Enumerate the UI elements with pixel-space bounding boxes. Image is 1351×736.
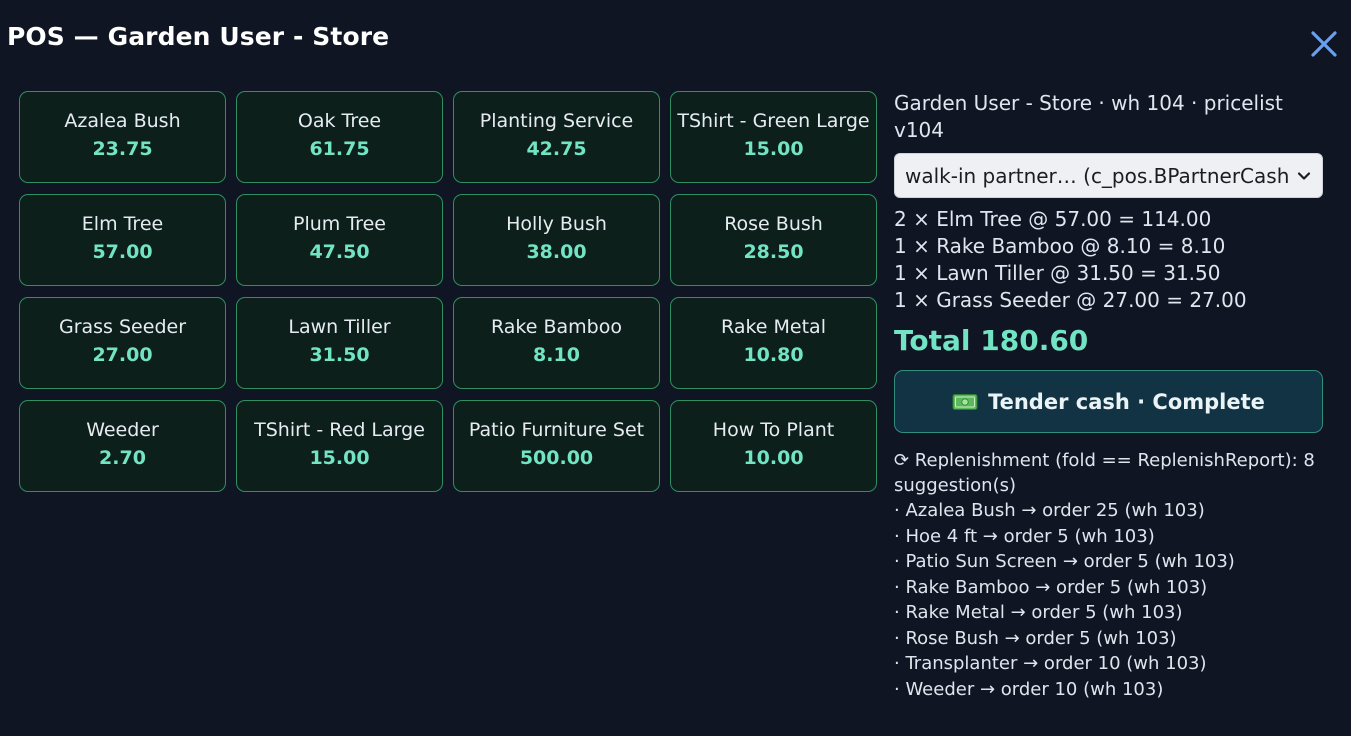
product-price: 15.00 xyxy=(743,137,804,160)
product-price: 500.00 xyxy=(519,446,594,469)
product-name: Grass Seeder xyxy=(58,315,187,338)
cart-line: 1 × Grass Seeder @ 27.00 = 27.00 xyxy=(894,288,1247,312)
page-title: POS — Garden User - Store xyxy=(7,22,390,51)
product-price: 42.75 xyxy=(526,137,587,160)
product-tile-plum-tree[interactable]: Plum Tree 47.50 xyxy=(236,194,443,286)
product-tile-rake-metal[interactable]: Rake Metal 10.80 xyxy=(670,297,877,389)
cart-lines: 2 × Elm Tree @ 57.00 = 114.00 1 × Rake B… xyxy=(894,206,1324,314)
product-price: 28.50 xyxy=(743,240,804,263)
cart-line: 1 × Lawn Tiller @ 31.50 = 31.50 xyxy=(894,261,1221,285)
product-grid: Azalea Bush 23.75 Oak Tree 61.75 Plantin… xyxy=(19,91,877,492)
chevron-down-icon xyxy=(1297,171,1311,180)
product-name: Rake Metal xyxy=(721,315,826,338)
close-icon xyxy=(1311,31,1337,57)
product-tile-oak-tree[interactable]: Oak Tree 61.75 xyxy=(236,91,443,183)
product-tile-azalea-bush[interactable]: Azalea Bush 23.75 xyxy=(19,91,226,183)
product-price: 10.80 xyxy=(743,343,804,366)
product-price: 10.00 xyxy=(743,446,804,469)
product-name: Oak Tree xyxy=(297,109,382,132)
product-tile-weeder[interactable]: Weeder 2.70 xyxy=(19,400,226,492)
product-price: 61.75 xyxy=(309,137,370,160)
product-name: Rake Bamboo xyxy=(491,315,622,338)
product-name: Lawn Tiller xyxy=(288,315,391,338)
product-tile-planting-service[interactable]: Planting Service 42.75 xyxy=(453,91,660,183)
product-tile-grass-seeder[interactable]: Grass Seeder 27.00 xyxy=(19,297,226,389)
cart-line: 1 × Rake Bamboo @ 8.10 = 8.10 xyxy=(894,234,1226,258)
product-name: TShirt - Red Large xyxy=(254,418,425,441)
partner-select-value: walk-in partner… (c_pos.BPartnerCash) xyxy=(905,163,1290,188)
product-tile-tshirt-red-large[interactable]: TShirt - Red Large 15.00 xyxy=(236,400,443,492)
replenishment-item: · Azalea Bush → order 25 (wh 103) xyxy=(894,500,1205,521)
product-tile-elm-tree[interactable]: Elm Tree 57.00 xyxy=(19,194,226,286)
cart-line: 2 × Elm Tree @ 57.00 = 114.00 xyxy=(894,207,1212,231)
product-name: Rose Bush xyxy=(724,212,823,235)
order-total: Total 180.60 xyxy=(894,324,1089,357)
product-name: Elm Tree xyxy=(81,212,164,235)
replenishment-item: · Rake Bamboo → order 5 (wh 103) xyxy=(894,576,1208,598)
product-price: 47.50 xyxy=(309,240,370,263)
product-name: How To Plant xyxy=(712,418,835,441)
product-name: Weeder xyxy=(86,418,159,441)
close-button[interactable] xyxy=(1306,26,1342,62)
product-tile-lawn-tiller[interactable]: Lawn Tiller 31.50 xyxy=(236,297,443,389)
product-tile-holly-bush[interactable]: Holly Bush 38.00 xyxy=(453,194,660,286)
product-name: Plum Tree xyxy=(293,212,386,235)
pos-window: POS — Garden User - Store Azalea Bush 23… xyxy=(0,0,1351,736)
tender-cash-button[interactable]: Tender cash · Complete xyxy=(894,370,1323,433)
cash-icon xyxy=(952,393,978,410)
product-tile-tshirt-green-large[interactable]: TShirt - Green Large 15.00 xyxy=(670,91,877,183)
product-tile-how-to-plant[interactable]: How To Plant 10.00 xyxy=(670,400,877,492)
product-name: Planting Service xyxy=(479,109,634,132)
store-info: Garden User - Store · wh 104 · pricelist… xyxy=(894,91,1283,142)
replenishment-item: · Rose Bush → order 5 (wh 103) xyxy=(894,627,1177,649)
product-tile-rake-bamboo[interactable]: Rake Bamboo 8.10 xyxy=(453,297,660,389)
product-name: TShirt - Green Large xyxy=(677,109,870,132)
replenishment-item: · Hoe 4 ft → order 5 (wh 103) xyxy=(894,525,1155,547)
replenishment-item: · Rake Metal → order 5 (wh 103) xyxy=(894,602,1183,623)
replenishment-heading: ⟳ Replenishment (fold == ReplenishReport… xyxy=(894,450,1315,496)
product-price: 8.10 xyxy=(533,343,580,366)
replenishment-section: ⟳ Replenishment (fold == ReplenishReport… xyxy=(894,448,1324,702)
replenishment-item: · Transplanter → order 10 (wh 103) xyxy=(894,653,1207,674)
partner-select[interactable]: walk-in partner… (c_pos.BPartnerCash) xyxy=(894,153,1323,198)
order-panel: Garden User - Store · wh 104 · pricelist… xyxy=(894,90,1324,702)
replenishment-item: · Weeder → order 10 (wh 103) xyxy=(894,678,1164,700)
product-name: Holly Bush xyxy=(506,212,607,235)
tender-cash-label: Tender cash · Complete xyxy=(988,389,1265,414)
product-price: 15.00 xyxy=(309,446,370,469)
product-price: 2.70 xyxy=(99,446,146,469)
product-name: Azalea Bush xyxy=(64,109,181,132)
product-name: Patio Furniture Set xyxy=(468,418,645,441)
product-tile-rose-bush[interactable]: Rose Bush 28.50 xyxy=(670,194,877,286)
product-price: 27.00 xyxy=(92,343,153,366)
product-tile-patio-furniture-set[interactable]: Patio Furniture Set 500.00 xyxy=(453,400,660,492)
product-price: 57.00 xyxy=(92,240,153,263)
product-price: 38.00 xyxy=(526,240,587,263)
product-price: 23.75 xyxy=(92,137,153,160)
product-price: 31.50 xyxy=(309,343,370,366)
replenishment-item: · Patio Sun Screen → order 5 (wh 103) xyxy=(894,551,1235,572)
